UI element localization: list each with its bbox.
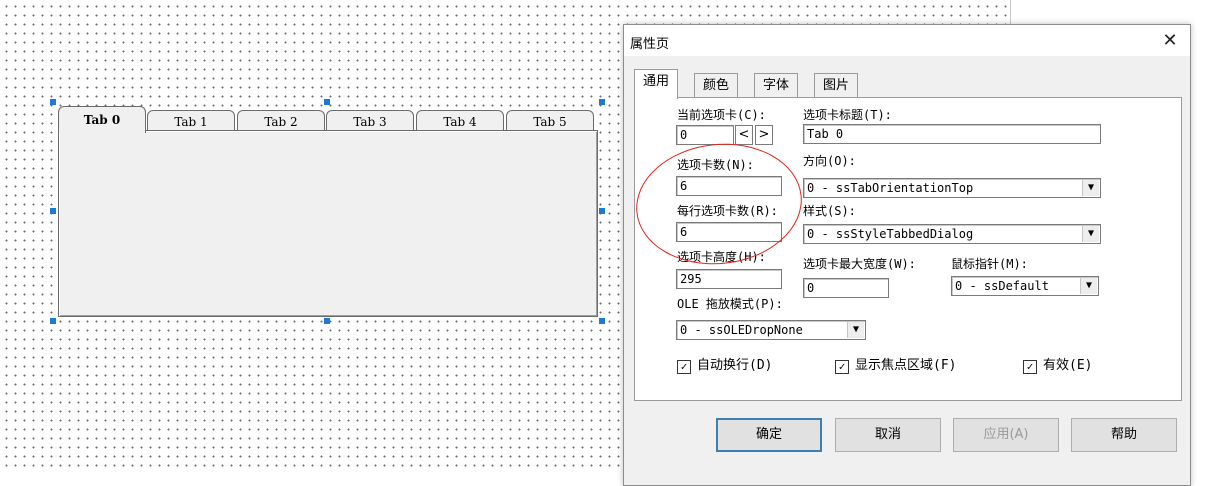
show-focus-rect-label: 显示焦点区域(F) [855, 358, 957, 373]
style-select[interactable]: 0 - ssStyleTabbedDialog ▼ [803, 224, 1101, 244]
checkmark-icon: ✓ [835, 360, 849, 374]
resize-handle-top[interactable] [324, 99, 330, 105]
show-focus-rect-checkbox[interactable]: ✓ 显示焦点区域(F) [835, 354, 956, 374]
ole-drop-mode-value: 0 - ssOLEDropNone [680, 323, 803, 337]
sstab-tab-5[interactable]: Tab 5 [506, 110, 594, 132]
ole-drop-mode-select[interactable]: 0 - ssOLEDropNone ▼ [676, 320, 866, 340]
tabs-per-row-field[interactable]: 6 [676, 222, 782, 242]
resize-handle-bottom-right[interactable] [599, 318, 605, 324]
chevron-left-icon: < [738, 127, 750, 142]
resize-handle-top-right[interactable] [599, 99, 605, 105]
close-button[interactable]: ✕ [1158, 29, 1182, 53]
checkmark-icon: ✓ [677, 360, 691, 374]
ok-button[interactable]: 确定 [716, 418, 822, 452]
dialog-title: 属性页 [630, 37, 670, 52]
tab-count-label: 选项卡数(N): [677, 158, 754, 172]
dialog-titlebar[interactable]: 属性页 ✕ [624, 25, 1190, 56]
sstab-tab-2[interactable]: Tab 2 [237, 110, 325, 132]
resize-handle-top-left[interactable] [50, 99, 56, 105]
tab-font[interactable]: 字体 [754, 73, 799, 97]
chevron-down-icon[interactable]: ▼ [1082, 226, 1099, 242]
tab-color[interactable]: 颜色 [694, 73, 739, 97]
sstab-tab-3[interactable]: Tab 3 [326, 110, 414, 132]
chevron-down-icon[interactable]: ▼ [1082, 180, 1099, 196]
current-tab-label: 当前选项卡(C): [677, 108, 766, 122]
max-tab-width-field[interactable]: 0 [803, 278, 889, 298]
chevron-down-icon[interactable]: ▼ [847, 322, 864, 338]
cancel-button[interactable]: 取消 [835, 418, 941, 452]
mouse-pointer-label: 鼠标指针(M): [951, 257, 1028, 271]
tabs-per-row-label: 每行选项卡数(R): [677, 204, 778, 218]
sstab-tab-strip: Tab 0 Tab 1 Tab 2 Tab 3 Tab 4 Tab 5 [58, 106, 598, 133]
sstab-tab-4[interactable]: Tab 4 [416, 110, 504, 132]
word-wrap-label: 自动换行(D) [697, 358, 773, 373]
dialog-tab-strip: 通用 颜色 字体 图片 [634, 69, 1174, 99]
chevron-right-icon: > [758, 127, 770, 142]
enabled-checkbox[interactable]: ✓ 有效(E) [1023, 354, 1092, 374]
orientation-select[interactable]: 0 - ssTabOrientationTop ▼ [803, 178, 1101, 198]
style-value: 0 - ssStyleTabbedDialog [807, 227, 974, 241]
sstab-control[interactable]: Tab 0 Tab 1 Tab 2 Tab 3 Tab 4 Tab 5 [58, 104, 598, 317]
resize-handle-bottom[interactable] [324, 318, 330, 324]
tab-height-label: 选项卡高度(H): [677, 250, 766, 264]
max-tab-width-label: 选项卡最大宽度(W): [803, 257, 916, 271]
ole-drop-mode-label: OLE 拖放模式(P): [677, 297, 783, 311]
sstab-tab-1[interactable]: Tab 1 [147, 110, 235, 132]
property-page-dialog: 属性页 ✕ 通用 颜色 字体 图片 当前选项卡(C): 0 < > 选项卡数(N… [623, 24, 1191, 486]
sstab-tab-0[interactable]: Tab 0 [58, 106, 146, 133]
tab-caption-field[interactable]: Tab 0 [803, 124, 1101, 144]
general-tab-panel: 当前选项卡(C): 0 < > 选项卡数(N): 6 每行选项卡数(R): 6 … [634, 97, 1182, 401]
resize-handle-bottom-left[interactable] [50, 318, 56, 324]
current-tab-next-button[interactable]: > [755, 125, 773, 145]
close-icon: ✕ [1162, 30, 1178, 51]
chevron-down-icon[interactable]: ▼ [1080, 278, 1097, 294]
sstab-page-area[interactable] [58, 130, 598, 317]
mouse-pointer-value: 0 - ssDefault [955, 279, 1049, 293]
style-label: 样式(S): [803, 204, 856, 218]
word-wrap-checkbox[interactable]: ✓ 自动换行(D) [677, 354, 772, 374]
orientation-value: 0 - ssTabOrientationTop [807, 181, 974, 195]
tab-caption-label: 选项卡标题(T): [803, 108, 892, 122]
tab-count-field[interactable]: 6 [676, 176, 782, 196]
apply-button: 应用(A) [953, 418, 1059, 452]
resize-handle-right[interactable] [599, 208, 605, 214]
current-tab-prev-button[interactable]: < [735, 125, 753, 145]
tab-height-field[interactable]: 295 [676, 269, 782, 289]
enabled-label: 有效(E) [1043, 358, 1093, 373]
mouse-pointer-select[interactable]: 0 - ssDefault ▼ [951, 276, 1099, 296]
help-button[interactable]: 帮助 [1071, 418, 1177, 452]
tab-general[interactable]: 通用 [634, 69, 679, 99]
tab-picture[interactable]: 图片 [814, 73, 859, 97]
orientation-label: 方向(O): [803, 154, 856, 168]
resize-handle-left[interactable] [50, 208, 56, 214]
checkmark-icon: ✓ [1023, 360, 1037, 374]
current-tab-field[interactable]: 0 [676, 125, 734, 145]
